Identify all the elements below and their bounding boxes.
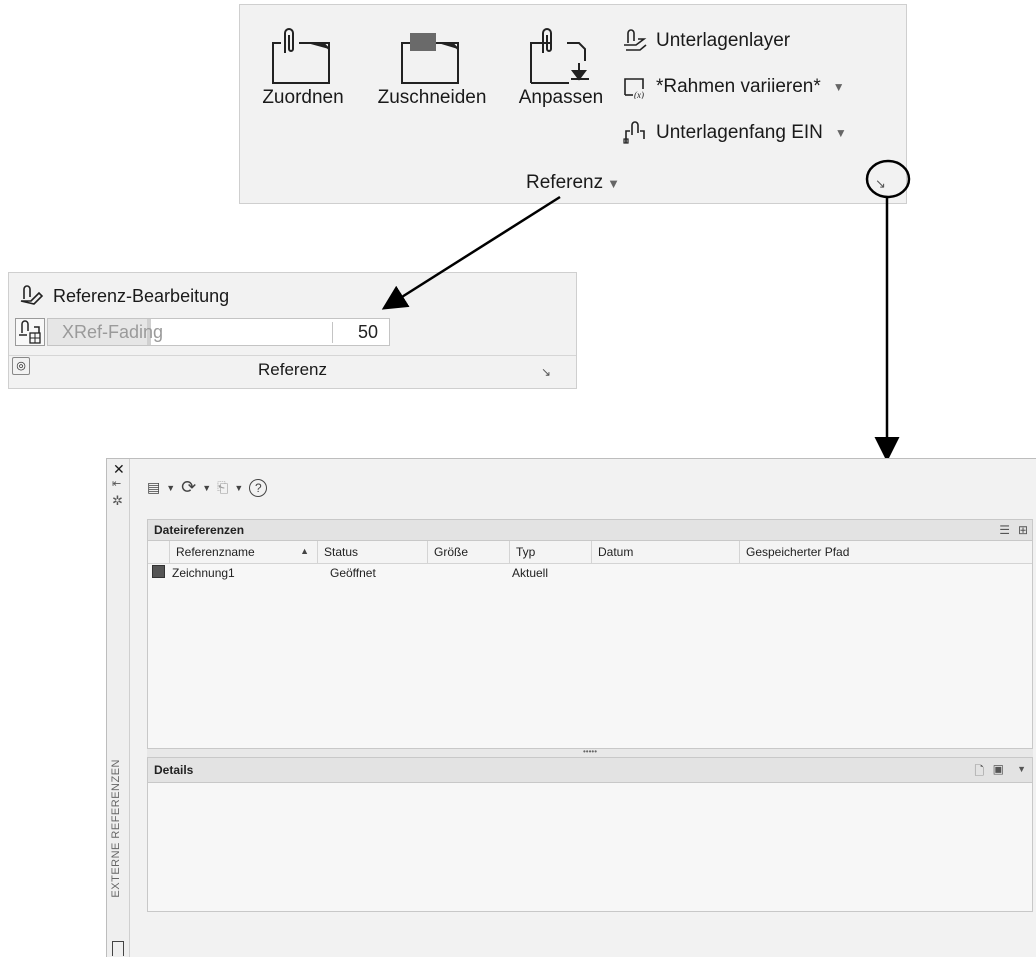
details-view-icon[interactable]: 🗋 bbox=[974, 762, 984, 783]
external-references-palette: ✕ ⇤ ✲ EXTERNE REFERENZEN ▤ ▼ ⟳ ▼ ⎗ ▼ ? D… bbox=[106, 458, 1036, 957]
attach-dwg-icon[interactable]: ▤ bbox=[147, 479, 160, 496]
table-header: Referenzname ▲ Status Größe Typ Datum Ge… bbox=[148, 541, 1032, 564]
splitter-handle[interactable]: ••••• bbox=[147, 748, 1033, 757]
column-header-label: Gespeicherter Pfad bbox=[746, 545, 850, 559]
column-header-label: Datum bbox=[598, 545, 634, 559]
column-header-status[interactable]: Status bbox=[318, 541, 428, 563]
chevron-down-icon[interactable]: ▼ bbox=[202, 483, 211, 493]
list-view-icon[interactable]: ☰ bbox=[999, 523, 1010, 537]
table-row[interactable]: Zeichnung1 Geöffnet Aktuell bbox=[148, 563, 1032, 583]
column-header-label: Status bbox=[324, 545, 359, 559]
details-header: Details 🗋 ▣ ▼ bbox=[147, 757, 1033, 783]
arrow-to-compact-panel bbox=[381, 195, 561, 310]
details-title: Details bbox=[154, 763, 194, 777]
column-spacer bbox=[148, 541, 170, 563]
help-icon[interactable]: ? bbox=[249, 478, 268, 497]
column-header-label: Referenzname bbox=[176, 545, 255, 559]
column-header-size[interactable]: Größe bbox=[428, 541, 510, 563]
preview-icon[interactable]: ▣ bbox=[993, 762, 1004, 776]
column-header-label: Typ bbox=[516, 545, 536, 559]
chevron-down-icon[interactable]: ▼ bbox=[1017, 764, 1026, 774]
palette-side-title: EXTERNE REFERENZEN bbox=[110, 759, 122, 898]
details-content bbox=[147, 783, 1033, 912]
autohide-icon[interactable]: ⇤ bbox=[112, 477, 121, 490]
palette-toolbar: ▤ ▼ ⟳ ▼ ⎗ ▼ ? bbox=[147, 477, 268, 498]
change-path-icon[interactable]: ⎗ bbox=[217, 479, 228, 496]
sort-ascending-icon: ▲ bbox=[300, 546, 309, 556]
row-name: Zeichnung1 bbox=[172, 566, 235, 580]
file-references-list: Referenzname ▲ Status Größe Typ Datum Ge… bbox=[147, 541, 1033, 749]
palette-resize-icon[interactable] bbox=[112, 941, 124, 956]
close-icon[interactable]: ✕ bbox=[113, 461, 125, 478]
drawing-icon bbox=[152, 565, 165, 578]
palette-title-bar: ✕ ⇤ ✲ EXTERNE REFERENZEN bbox=[107, 459, 130, 957]
column-header-type[interactable]: Typ bbox=[510, 541, 592, 563]
refresh-icon[interactable]: ⟳ bbox=[181, 477, 196, 498]
chevron-down-icon[interactable]: ▼ bbox=[234, 483, 243, 493]
file-references-title: Dateireferenzen bbox=[154, 523, 245, 537]
column-header-label: Größe bbox=[434, 545, 469, 559]
chevron-down-icon[interactable]: ▼ bbox=[166, 483, 175, 493]
column-header-date[interactable]: Datum bbox=[592, 541, 740, 563]
row-status: Geöffnet bbox=[330, 566, 376, 580]
column-header-path[interactable]: Gespeicherter Pfad bbox=[740, 541, 1034, 563]
row-type: Aktuell bbox=[512, 566, 549, 580]
file-references-header: Dateireferenzen ☰ ⊞ bbox=[147, 519, 1033, 541]
tree-view-icon[interactable]: ⊞ bbox=[1018, 523, 1028, 537]
column-header-name[interactable]: Referenzname ▲ bbox=[170, 541, 318, 563]
properties-icon[interactable]: ✲ bbox=[112, 493, 123, 509]
